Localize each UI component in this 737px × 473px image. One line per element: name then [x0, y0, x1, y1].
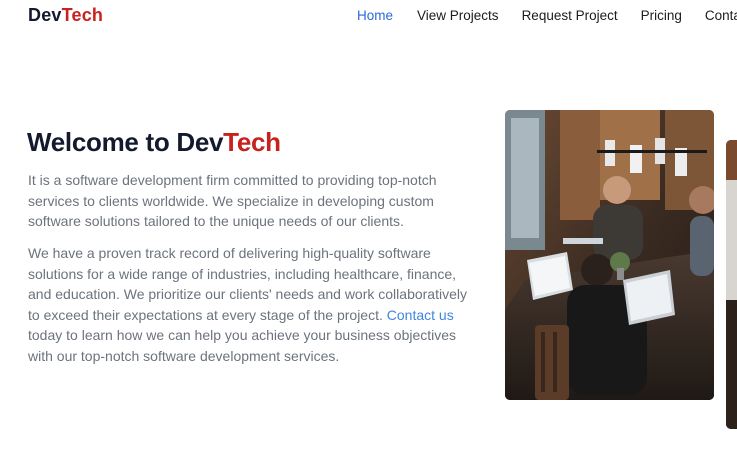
hero-title-tech: Tech: [223, 127, 281, 157]
nav-links: Home View Projects Request Project Prici…: [357, 8, 737, 23]
hero-title: Welcome to DevTech: [27, 127, 281, 158]
team-photo: [505, 110, 714, 400]
secondary-photo-illustration: [726, 140, 737, 429]
nav-view-projects[interactable]: View Projects: [417, 8, 499, 23]
nav-contact[interactable]: Contact: [705, 8, 737, 23]
nav-home[interactable]: Home: [357, 8, 393, 23]
navbar: DevTech Home View Projects Request Proje…: [0, 0, 737, 32]
nav-request-project[interactable]: Request Project: [522, 8, 618, 23]
logo-text-tech: Tech: [61, 5, 104, 25]
contact-us-link[interactable]: Contact us: [387, 307, 454, 323]
intro-paragraph: It is a software development firm commit…: [28, 172, 437, 229]
track-record-paragraph: We have a proven track record of deliver…: [28, 243, 468, 366]
team-photo-illustration: [505, 110, 714, 400]
nav-pricing[interactable]: Pricing: [641, 8, 682, 23]
logo[interactable]: DevTech: [28, 5, 103, 26]
track-record-text-end: today to learn how we can help you achie…: [28, 327, 457, 364]
secondary-photo: [726, 140, 737, 429]
hero-title-dev: Dev: [176, 127, 224, 157]
hero-title-prefix: Welcome to: [27, 127, 177, 157]
logo-text-dev: Dev: [28, 5, 62, 25]
